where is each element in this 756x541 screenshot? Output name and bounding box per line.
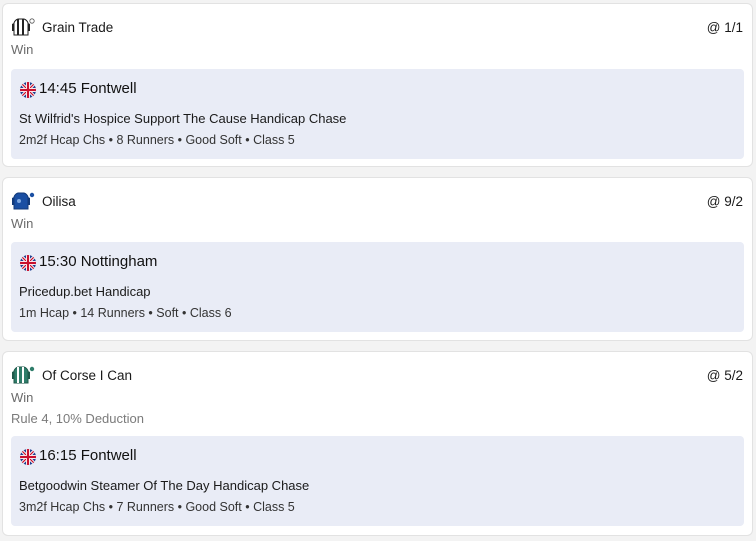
odds-label: @ 5/2 xyxy=(706,368,743,383)
race-details: 2m2f Hcap Chs • 8 Runners • Good Soft • … xyxy=(19,133,295,147)
race-panel[interactable]: 15:30 Nottingham Pricedup.bet Handicap 1… xyxy=(11,242,744,332)
horse-name[interactable]: Of Corse I Can xyxy=(42,368,132,383)
horse-name[interactable]: Oilisa xyxy=(42,194,76,209)
silk-green-white-icon xyxy=(11,365,35,387)
odds-label: @ 9/2 xyxy=(706,194,743,209)
selection-header: Grain Trade @ 1/1 xyxy=(11,17,744,39)
uk-flag-icon xyxy=(20,255,36,271)
race-details: 1m Hcap • 14 Runners • Soft • Class 6 xyxy=(19,306,232,320)
race-name: St Wilfrid's Hospice Support The Cause H… xyxy=(19,111,347,126)
race-time-course: 14:45 Fontwell xyxy=(39,80,137,97)
race-time-course: 16:15 Fontwell xyxy=(39,447,137,464)
selection-header: Of Corse I Can @ 5/2 xyxy=(11,365,744,387)
uk-flag-icon xyxy=(20,449,36,465)
race-details: 3m2f Hcap Chs • 7 Runners • Good Soft • … xyxy=(19,500,295,514)
silk-blue-icon xyxy=(11,191,35,213)
selection-card: Oilisa @ 9/2 Win 15:30 Nottingham Priced… xyxy=(2,177,753,341)
selection-card: Of Corse I Can @ 5/2 Win Rule 4, 10% Ded… xyxy=(2,351,753,536)
horse-name[interactable]: Grain Trade xyxy=(42,20,113,35)
bet-type: Win xyxy=(11,42,34,57)
race-name: Pricedup.bet Handicap xyxy=(19,284,151,299)
race-panel[interactable]: 16:15 Fontwell Betgoodwin Steamer Of The… xyxy=(11,436,744,526)
race-name: Betgoodwin Steamer Of The Day Handicap C… xyxy=(19,478,310,493)
bet-type: Win xyxy=(11,390,34,405)
selection-card: Grain Trade @ 1/1 Win 14:45 Fontwell St … xyxy=(2,3,753,167)
rule-4-deduction-note: Rule 4, 10% Deduction xyxy=(11,411,144,426)
race-panel[interactable]: 14:45 Fontwell St Wilfrid's Hospice Supp… xyxy=(11,69,744,159)
uk-flag-icon xyxy=(20,82,36,98)
silk-black-white-icon xyxy=(11,17,35,39)
odds-label: @ 1/1 xyxy=(706,20,743,35)
bet-type: Win xyxy=(11,216,34,231)
selection-header: Oilisa @ 9/2 xyxy=(11,191,744,213)
race-time-course: 15:30 Nottingham xyxy=(39,253,158,270)
